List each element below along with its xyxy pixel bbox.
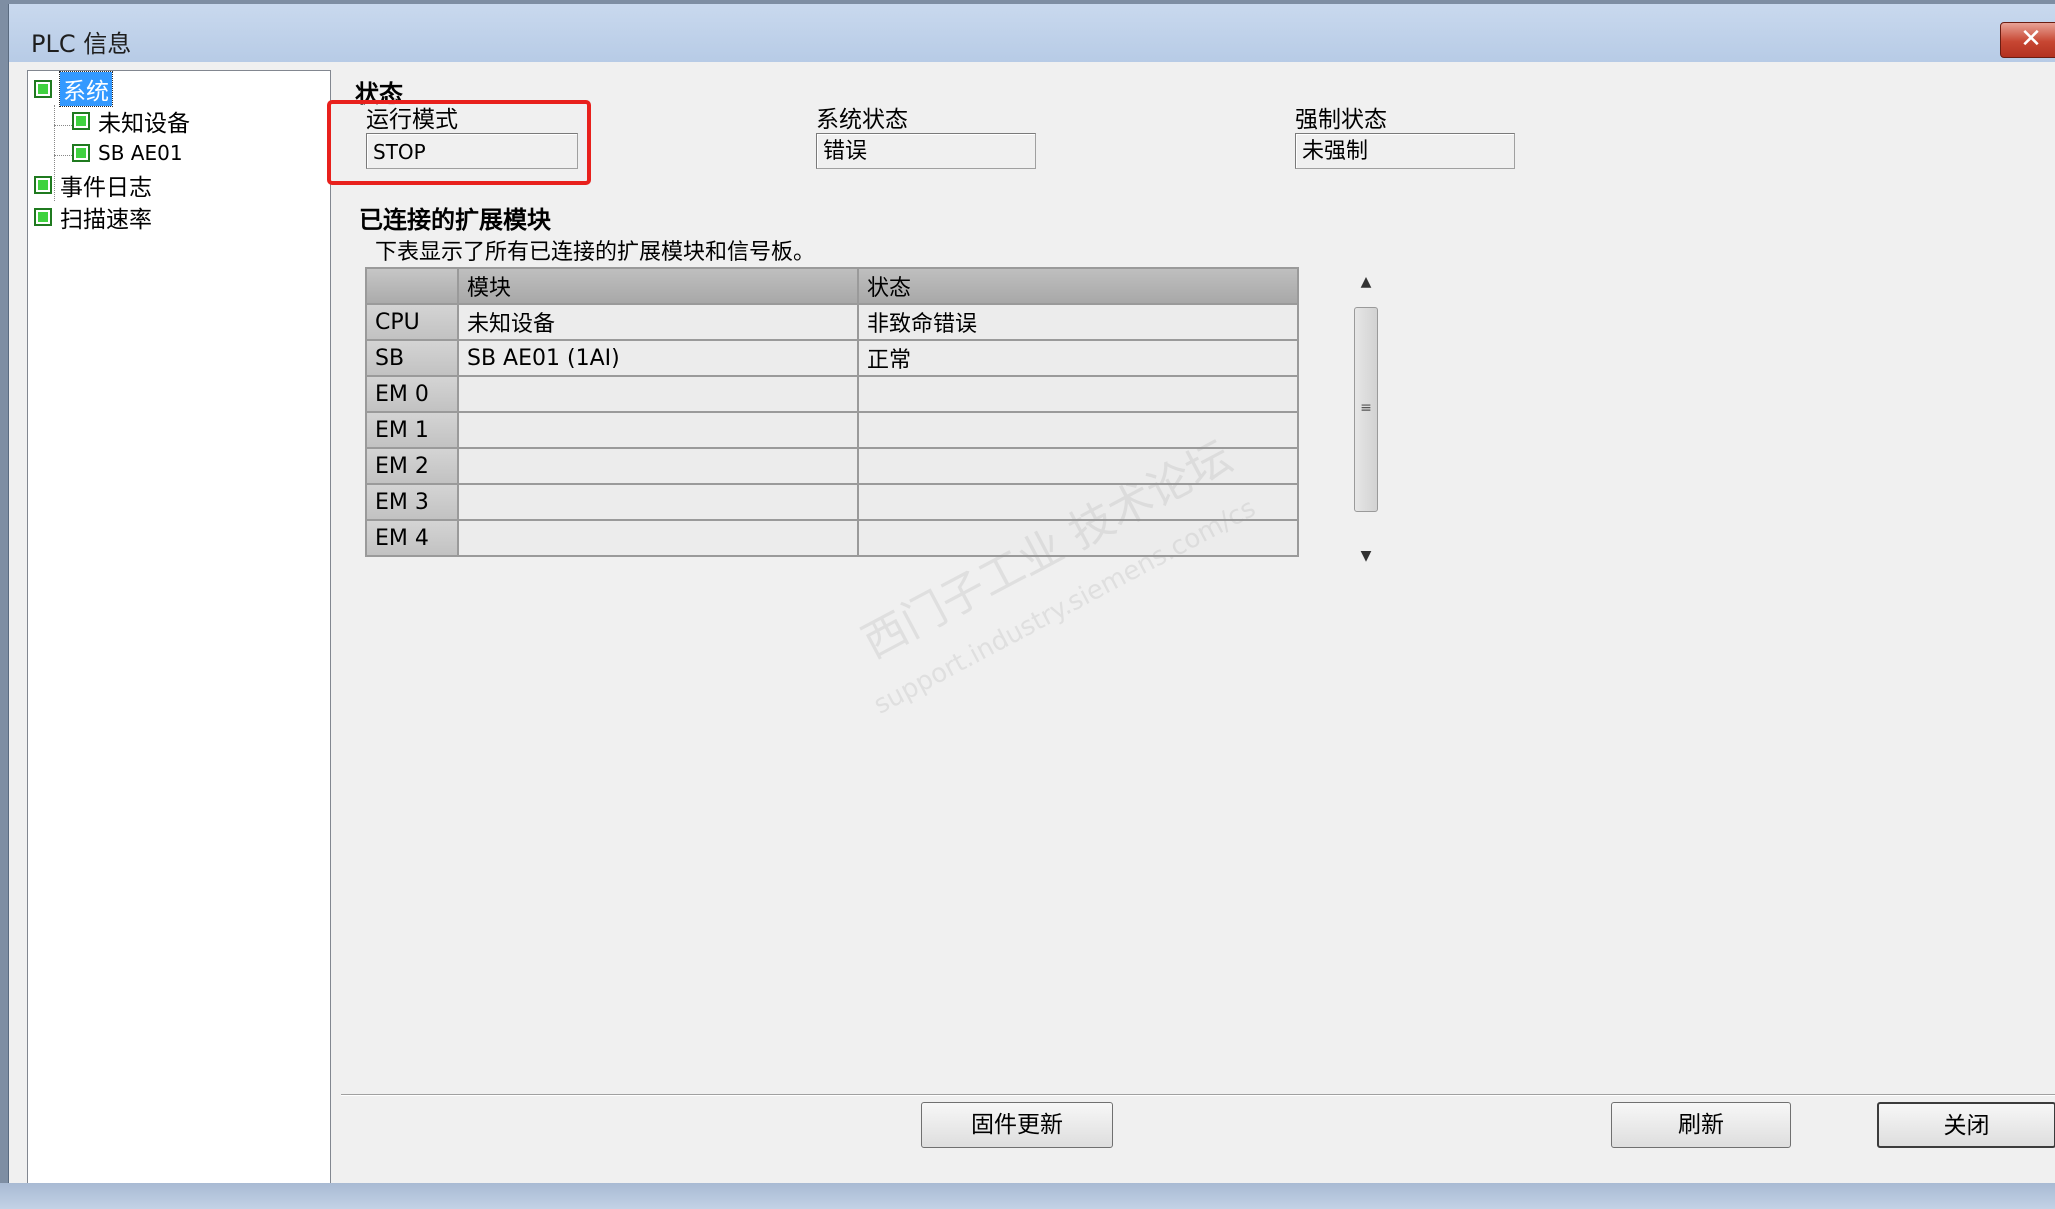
table-row[interactable]: CPU 未知设备 非致命错误: [365, 303, 1299, 341]
divider: [341, 1094, 2055, 1096]
scroll-down-icon[interactable]: ▼: [1351, 541, 1381, 571]
title-bar[interactable]: PLC 信息 ✕: [9, 4, 2055, 62]
tree-item-system[interactable]: 系统: [34, 71, 113, 107]
navigation-tree[interactable]: 系统 未知设备 SB AE01 事件日志 扫描速率: [27, 70, 331, 1197]
system-state-label: 系统状态: [816, 107, 908, 133]
tree-item-label: 未知设备: [98, 111, 190, 137]
modules-section-title: 已连接的扩展模块: [359, 206, 551, 234]
row-module: [457, 411, 859, 449]
row-state: [857, 411, 1299, 449]
row-module: [457, 447, 859, 485]
modules-description: 下表显示了所有已连接的扩展模块和信号板。: [375, 240, 816, 265]
tree-item-label: SB AE01: [98, 141, 183, 165]
table-row[interactable]: EM 1: [365, 411, 1299, 449]
refresh-button[interactable]: 刷新: [1611, 1102, 1791, 1148]
row-state: 非致命错误: [857, 303, 1299, 341]
table-scrollbar[interactable]: ▲ ≡ ▼: [1351, 267, 1381, 572]
row-module: SB AE01 (1AI): [457, 339, 859, 377]
status-ok-icon: [72, 112, 90, 130]
system-state-field: 错误: [816, 133, 1036, 169]
taskbar-edge: [0, 1183, 2055, 1209]
row-slot: EM 2: [365, 447, 459, 485]
tree-item-sb-ae01[interactable]: SB AE01: [72, 139, 183, 167]
row-slot: EM 3: [365, 483, 459, 521]
status-ok-icon: [72, 144, 90, 162]
tree-item-label: 事件日志: [60, 175, 152, 201]
close-button[interactable]: 关闭: [1877, 1102, 2055, 1148]
force-state-field: 未强制: [1295, 133, 1515, 169]
row-state: 正常: [857, 339, 1299, 377]
scroll-up-icon[interactable]: ▲: [1351, 267, 1381, 297]
row-module: [457, 483, 859, 521]
row-module: [457, 519, 859, 557]
table-header-row: 模块 状态: [365, 267, 1299, 305]
row-slot: EM 4: [365, 519, 459, 557]
table-row[interactable]: SB SB AE01 (1AI) 正常: [365, 339, 1299, 377]
table-row[interactable]: EM 0: [365, 375, 1299, 413]
status-ok-icon: [34, 80, 52, 98]
tree-item-event-log[interactable]: 事件日志: [34, 171, 152, 201]
column-header-slot: [365, 267, 459, 305]
row-slot: CPU: [365, 303, 459, 341]
row-slot: EM 0: [365, 375, 459, 413]
run-mode-highlight: [327, 100, 591, 185]
plc-info-dialog: PLC 信息 ✕ 系统 未知设备 SB AE01 事件日志 扫描速率 状态 运行…: [8, 4, 2055, 1209]
tree-item-label: 扫描速率: [60, 207, 152, 233]
column-header-state[interactable]: 状态: [857, 267, 1299, 305]
window-title: PLC 信息: [31, 30, 132, 58]
scroll-thumb[interactable]: ≡: [1354, 307, 1378, 512]
tree-item-label: 系统: [59, 71, 113, 107]
column-header-module[interactable]: 模块: [457, 267, 859, 305]
tree-item-unknown-device[interactable]: 未知设备: [72, 107, 190, 137]
row-module: 未知设备: [457, 303, 859, 341]
row-slot: EM 1: [365, 411, 459, 449]
status-ok-icon: [34, 208, 52, 226]
firmware-update-button[interactable]: 固件更新: [921, 1102, 1113, 1148]
status-ok-icon: [34, 176, 52, 194]
close-icon[interactable]: ✕: [2000, 22, 2055, 58]
row-module: [457, 375, 859, 413]
row-slot: SB: [365, 339, 459, 377]
force-state-label: 强制状态: [1295, 107, 1387, 133]
row-state: [857, 375, 1299, 413]
tree-item-scan-rate[interactable]: 扫描速率: [34, 203, 152, 233]
